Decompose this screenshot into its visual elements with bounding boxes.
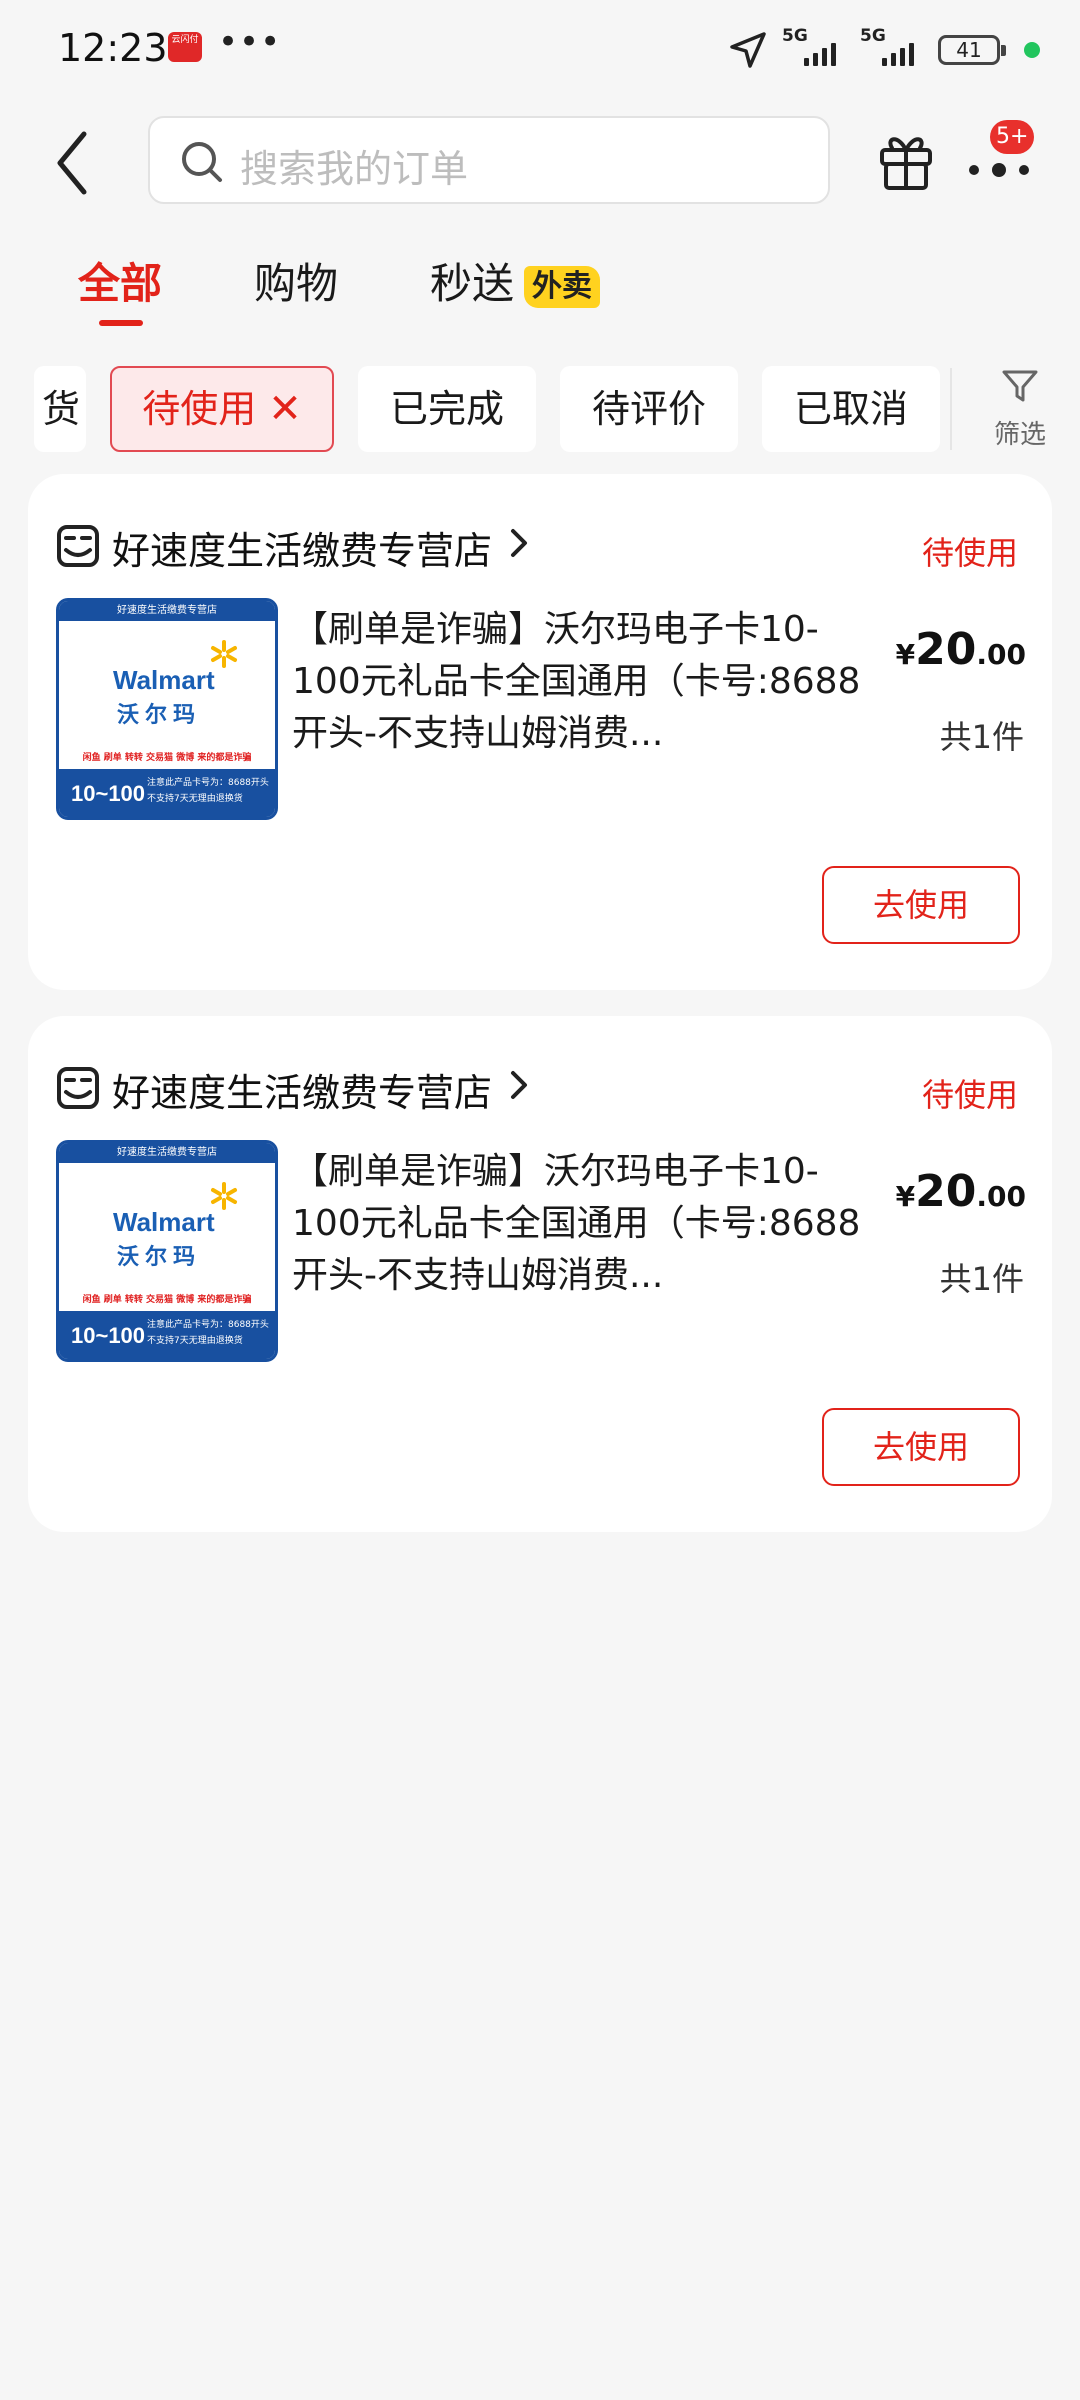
back-arrow-icon[interactable]	[48, 128, 98, 198]
product-image[interactable]: 好速度生活缴费专营店 Walmart 沃尔玛 闲鱼 刷单 转转 交易猫 微博 来…	[56, 1140, 278, 1362]
signal-5g-2-icon: 5G	[860, 26, 924, 70]
store-icon	[57, 1067, 99, 1109]
filter-chip-partial[interactable]: 货	[34, 366, 86, 452]
filter-chip-completed[interactable]: 已完成	[358, 366, 536, 452]
store-name[interactable]: 好速度生活缴费专营店	[112, 520, 492, 575]
filter-divider	[950, 368, 952, 450]
item-quantity: 共1件	[939, 718, 1024, 756]
privacy-indicator-dot	[1024, 42, 1040, 58]
tab-all[interactable]: 全部	[78, 250, 162, 311]
filter-button[interactable]: 筛选	[984, 366, 1056, 452]
battery-icon: 41	[938, 35, 1006, 65]
product-title[interactable]: 【刷单是诈骗】沃尔玛电子卡10-100元礼品卡全国通用（卡号:8688开头-不支…	[292, 604, 872, 760]
status-right-group: 5G 5G 41	[728, 26, 1040, 72]
signal-5g-1-icon: 5G	[782, 26, 846, 70]
order-card[interactable]: 好速度生活缴费专营店 待使用 好速度生活缴费专营店 Walmart 沃尔玛 闲鱼…	[28, 474, 1052, 990]
tab-shopping[interactable]: 购物	[254, 250, 338, 311]
filter-label: 筛选	[993, 420, 1046, 450]
active-tab-indicator	[99, 320, 143, 326]
search-placeholder: 搜索我的订单	[240, 147, 469, 191]
order-status: 待使用	[921, 534, 1018, 572]
search-input[interactable]: 搜索我的订单	[148, 116, 830, 204]
clear-filter-icon[interactable]: ✕	[268, 368, 302, 450]
order-card[interactable]: 好速度生活缴费专营店 待使用 好速度生活缴费专营店 Walmart 沃尔玛 闲鱼…	[28, 1016, 1052, 1532]
store-name[interactable]: 好速度生活缴费专营店	[112, 1062, 492, 1117]
store-icon	[57, 525, 99, 567]
location-arrow-icon	[730, 32, 766, 68]
filter-chip-to-use[interactable]: 待使用 ✕	[110, 366, 334, 452]
price: ¥20.00	[895, 624, 1026, 675]
item-quantity: 共1件	[939, 1260, 1024, 1298]
product-title[interactable]: 【刷单是诈骗】沃尔玛电子卡10-100元礼品卡全国通用（卡号:8688开头-不支…	[292, 1146, 872, 1302]
search-icon	[182, 142, 222, 182]
unionpay-notification-icon: 云闪付	[168, 32, 202, 62]
status-filter-bar: 货 待使用 ✕ 已完成 待评价 已取消 筛选	[0, 366, 1080, 452]
filter-chip-label: 待使用	[142, 387, 257, 431]
gift-icon[interactable]	[876, 128, 936, 192]
walmart-spark-icon	[211, 640, 237, 668]
message-count-badge: 5+	[990, 120, 1035, 154]
funnel-icon	[1002, 370, 1038, 402]
use-button[interactable]: 去使用	[822, 866, 1020, 944]
order-list-screen: 12:23 云闪付 ••• 5G 5G 41 搜索我的订单 5+ 全部 购物 秒…	[0, 0, 1080, 2400]
filter-chip-to-review[interactable]: 待评价	[560, 366, 738, 452]
takeout-tag: 外卖	[524, 266, 600, 308]
product-image[interactable]: 好速度生活缴费专营店 Walmart 沃尔玛 闲鱼 刷单 转转 交易猫 微博 来…	[56, 598, 278, 820]
status-more-icon: •••	[218, 22, 282, 62]
chevron-right-icon[interactable]	[506, 526, 532, 560]
status-bar: 12:23 云闪付 ••• 5G 5G 41	[0, 0, 1080, 96]
filter-chip-cancelled[interactable]: 已取消	[762, 366, 940, 452]
use-button[interactable]: 去使用	[822, 1408, 1020, 1486]
status-time: 12:23	[58, 26, 168, 70]
top-bar: 搜索我的订单 5+	[0, 100, 1080, 220]
price: ¥20.00	[895, 1166, 1026, 1217]
chevron-right-icon[interactable]	[506, 1068, 532, 1102]
walmart-spark-icon	[211, 1182, 237, 1210]
tab-instant-delivery[interactable]: 秒送	[430, 250, 514, 311]
order-status: 待使用	[921, 1076, 1018, 1114]
